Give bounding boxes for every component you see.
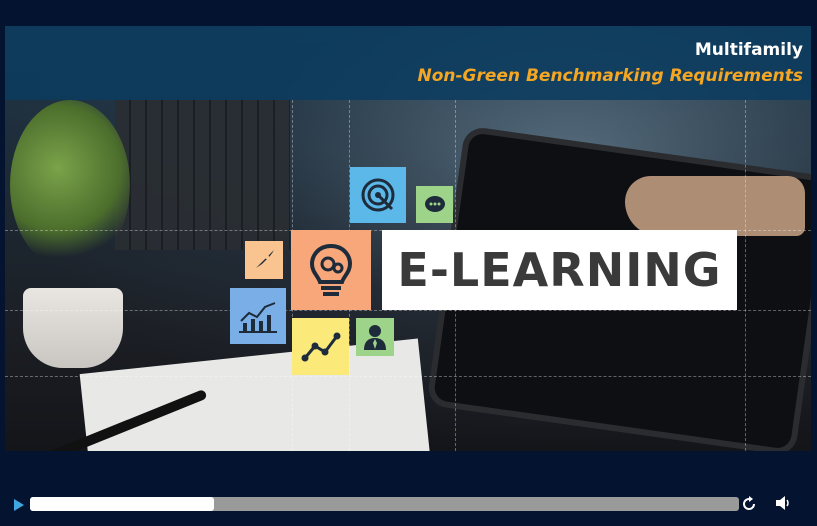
grid-line: [5, 310, 811, 312]
e-learning-text: E-LEARNING: [397, 243, 722, 297]
grid-line: [745, 100, 747, 451]
replay-button[interactable]: [741, 496, 757, 512]
volume-button[interactable]: [775, 495, 791, 511]
replay-icon: [743, 496, 755, 510]
player-controls: [0, 481, 817, 526]
lightbulb-gears-icon: [291, 230, 371, 310]
slide-header: Multifamily Non-Green Benchmarking Requi…: [5, 26, 811, 100]
grid-line: [5, 376, 811, 378]
laptop-keyboard-image: [115, 100, 290, 250]
graph-line-icon: [292, 318, 349, 375]
chart-icon: [230, 288, 286, 344]
progress-bar-fill: [30, 497, 215, 511]
volume-icon: [776, 496, 789, 510]
person-icon: [356, 318, 394, 356]
hand-image: [625, 176, 805, 236]
rocket-icon: [245, 241, 283, 279]
chat-icon: [416, 186, 453, 223]
play-icon: [14, 499, 24, 511]
play-button[interactable]: [12, 497, 26, 511]
slide-title: Multifamily: [694, 40, 803, 60]
target-icon: [350, 167, 406, 223]
slide-subtitle: Non-Green Benchmarking Requirements: [417, 66, 803, 86]
slide-area: E-LEARNING Multifamily Non-Green Benchma…: [5, 26, 811, 451]
progress-bar[interactable]: [30, 497, 739, 511]
e-learning-banner: E-LEARNING: [382, 230, 737, 310]
plant-pot-image: [23, 288, 123, 368]
plant-image: [10, 100, 130, 270]
